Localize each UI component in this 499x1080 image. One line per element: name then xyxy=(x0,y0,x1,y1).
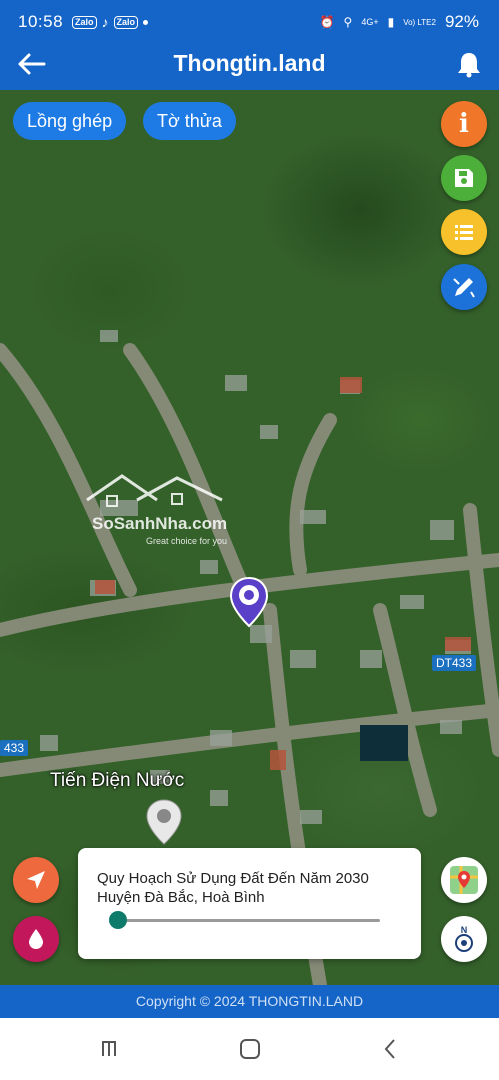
watermark-name: SoSanhNha.com xyxy=(92,514,228,533)
watermark-tagline: Great choice for you xyxy=(146,536,228,546)
status-right: ⏰ ⚲ 4G+ ▮ Vo) LTE2 92% xyxy=(320,12,479,32)
notification-icons: Zalo ♪ Zalo xyxy=(72,14,149,30)
location-icon: ⚲ xyxy=(343,15,353,29)
drop-button[interactable] xyxy=(13,916,59,962)
svg-text:N: N xyxy=(461,925,468,935)
network-label: 4G+ xyxy=(361,17,379,27)
watermark-logo: SoSanhNha.com Great choice for you xyxy=(82,470,232,550)
info-button[interactable]: i xyxy=(441,101,487,147)
compass-button[interactable]: N xyxy=(441,916,487,962)
volte-label: Vo) LTE2 xyxy=(403,17,436,27)
planning-location: Huyện Đà Bắc, Hoà Bình xyxy=(97,889,265,906)
draw-icon xyxy=(453,278,475,298)
back-icon[interactable] xyxy=(378,1036,404,1062)
opacity-slider-thumb[interactable] xyxy=(109,911,127,929)
place-label[interactable]: Tiến Điện Nước xyxy=(50,770,184,792)
planning-title: Quy Hoạch Sử Dụng Đất Đến Năm 2030 xyxy=(97,870,369,887)
location-pin-icon[interactable] xyxy=(229,576,269,628)
road-label-433: 433 xyxy=(0,740,29,756)
app-header: 10:58 Zalo ♪ Zalo ⏰ ⚲ 4G+ ▮ Vo) LTE2 92%… xyxy=(0,0,499,90)
status-bar: 10:58 Zalo ♪ Zalo ⏰ ⚲ 4G+ ▮ Vo) LTE2 92% xyxy=(0,0,499,44)
alarm-icon: ⏰ xyxy=(319,15,335,29)
zalo-icon: Zalo xyxy=(113,15,139,29)
compass-icon: N xyxy=(455,925,473,952)
copyright-footer: Copyright © 2024 THONGTIN.LAND xyxy=(0,985,499,1018)
zalo-icon: Zalo xyxy=(72,15,97,29)
road-label-dt433: DT433 xyxy=(432,655,477,671)
my-location-button[interactable] xyxy=(13,857,59,903)
drop-icon xyxy=(29,929,43,949)
battery-level: 92% xyxy=(444,12,479,31)
map-layers-button[interactable] xyxy=(441,857,487,903)
list-button[interactable] xyxy=(441,209,487,255)
tiktok-icon: ♪ xyxy=(101,14,109,30)
draw-button[interactable] xyxy=(441,264,487,310)
status-time: 10:58 xyxy=(18,12,64,31)
recent-apps-icon[interactable] xyxy=(98,1036,124,1062)
overlay-chip-button[interactable]: Lồng ghép xyxy=(13,102,127,140)
navigate-icon xyxy=(27,871,45,889)
info-icon: i xyxy=(459,109,469,139)
bell-icon[interactable] xyxy=(455,50,483,78)
parcel-chip-button[interactable]: Tờ thửa xyxy=(143,102,236,140)
opacity-slider-track[interactable] xyxy=(118,919,380,922)
save-icon xyxy=(455,169,473,187)
list-icon xyxy=(455,225,473,240)
planning-card: Quy Hoạch Sử Dụng Đất Đến Năm 2030 Huyện… xyxy=(78,848,421,959)
place-pin-icon[interactable] xyxy=(145,798,183,846)
app-title: Thongtin.land xyxy=(173,50,326,76)
signal-icon: ▮ xyxy=(387,15,395,29)
map-layers-icon xyxy=(450,866,478,894)
system-navigation-bar xyxy=(0,1018,499,1080)
home-icon[interactable] xyxy=(237,1036,263,1062)
save-button[interactable] xyxy=(441,155,487,201)
more-notifications-dot xyxy=(143,19,149,25)
